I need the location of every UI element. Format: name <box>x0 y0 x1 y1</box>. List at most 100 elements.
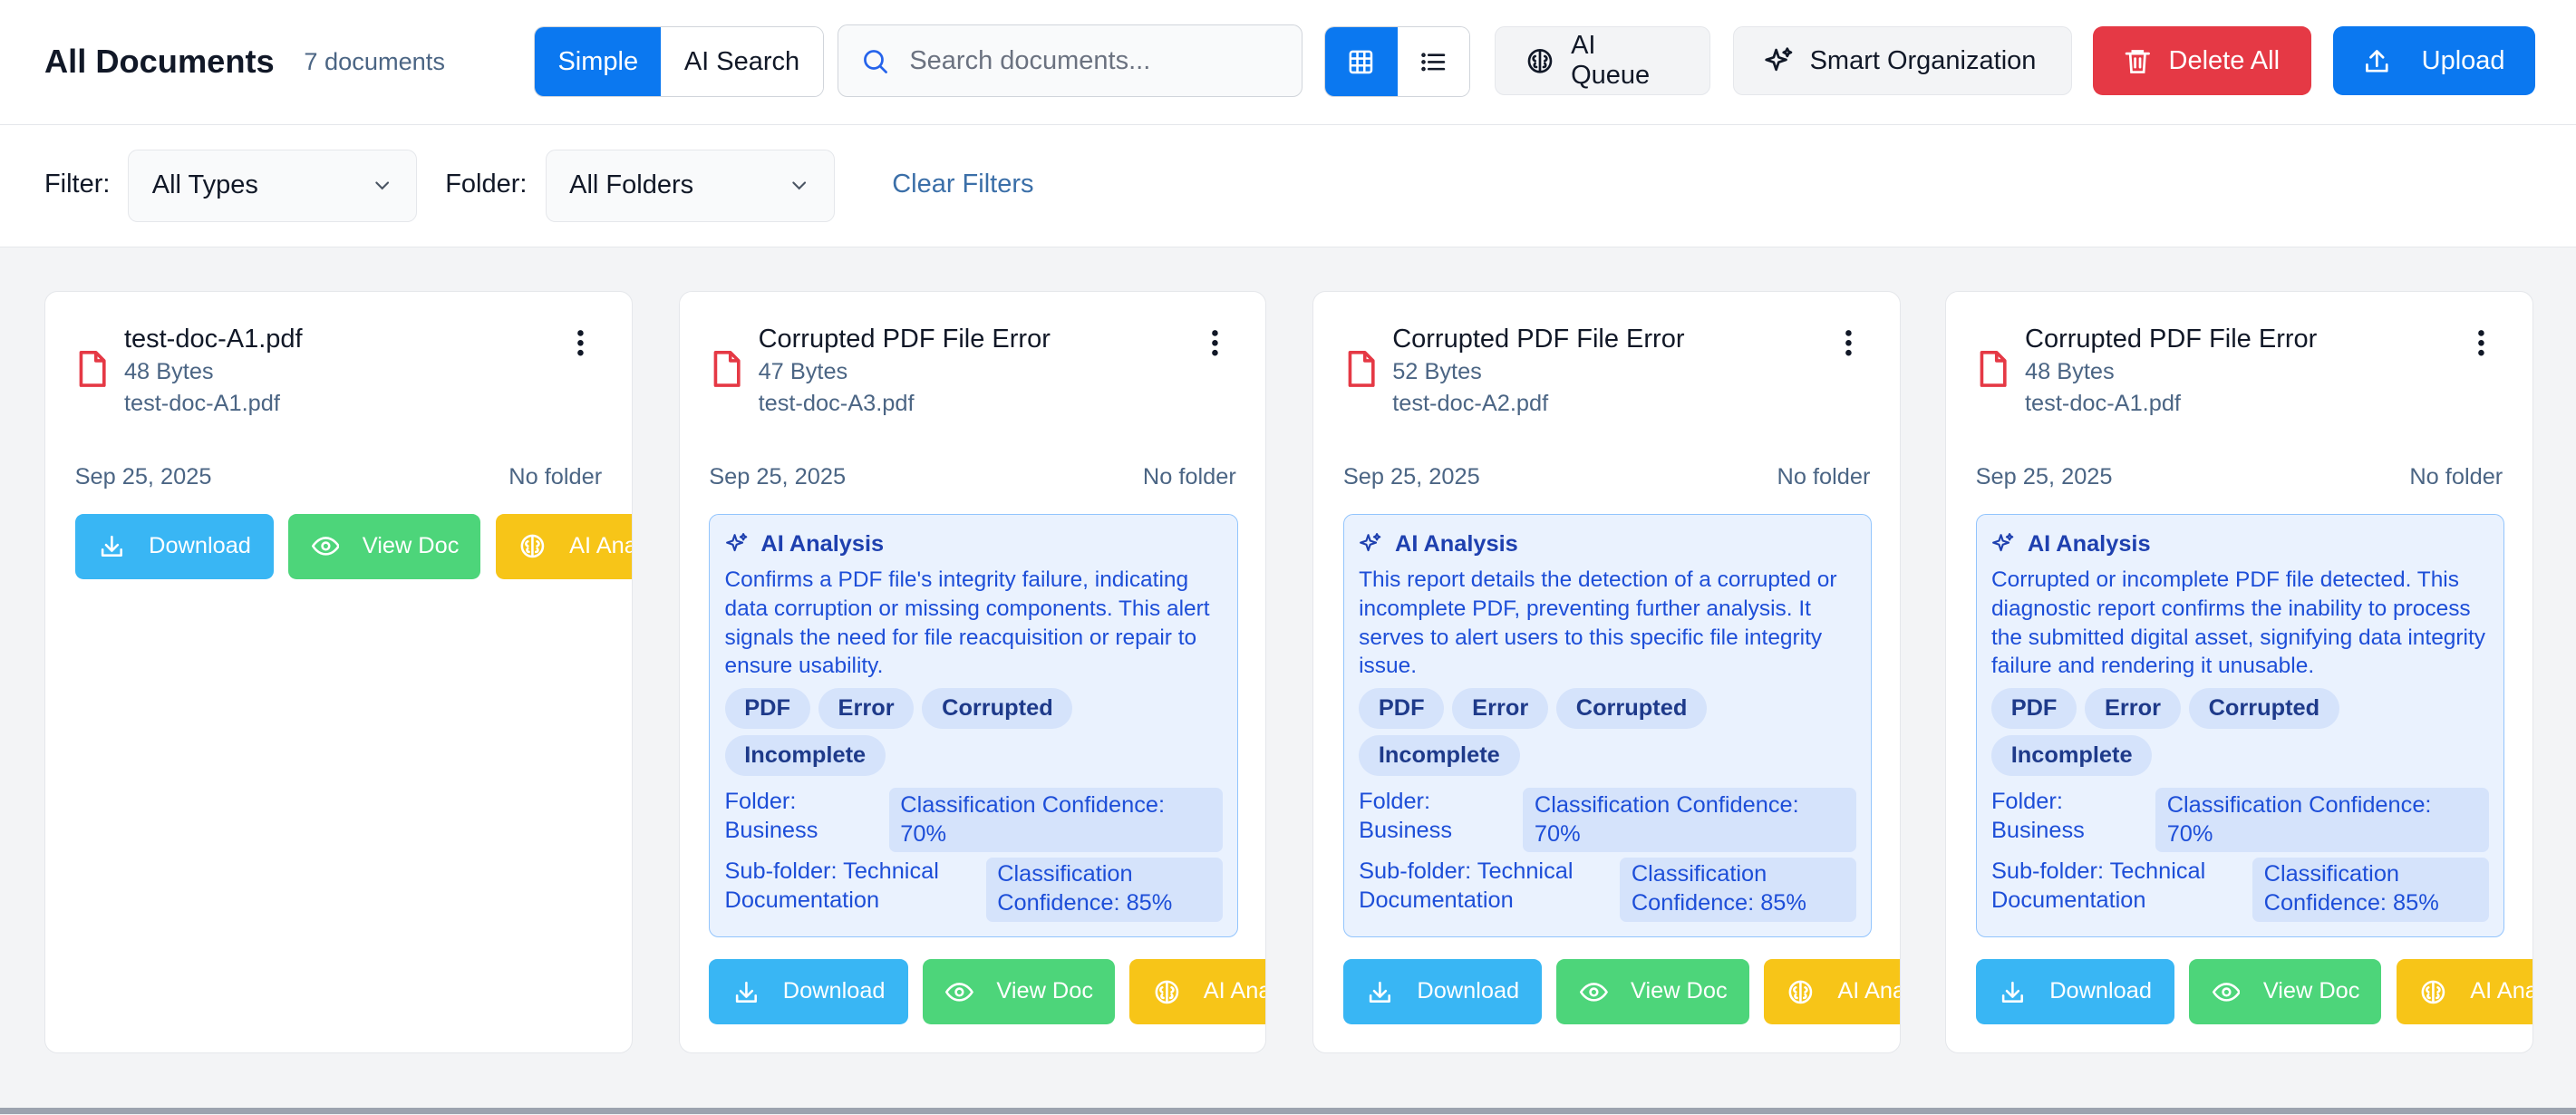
ai-queue-label: AI Queue <box>1571 31 1651 91</box>
download-button[interactable]: Download <box>1975 958 2174 1025</box>
more-vertical-icon[interactable] <box>1210 328 1220 358</box>
download-button[interactable]: Download <box>1342 958 1543 1025</box>
suggested-subfolder: Sub-folder: Technical Documentation <box>1990 858 2206 913</box>
ai-analysis-heading: AI Analysis <box>725 529 1223 559</box>
tag: Incomplete <box>1990 735 2153 777</box>
document-card[interactable]: Corrupted PDF File Error 47 Bytes test-d… <box>678 290 1267 1053</box>
download-icon <box>101 536 122 558</box>
search-input[interactable] <box>905 44 1291 78</box>
tag-list: PDF Error Corrupted Incomplete <box>1990 687 2489 783</box>
ai-analyze-button[interactable]: AI Analyze <box>1129 958 1266 1025</box>
upload-icon <box>2366 49 2388 73</box>
ai-analyze-label: AI Analyze <box>1837 978 1900 1004</box>
document-size: 47 Bytes <box>758 359 848 385</box>
document-card[interactable]: Corrupted PDF File Error 52 Bytes test-d… <box>1312 290 1902 1053</box>
ai-analyze-button[interactable]: AI Analyze <box>2396 958 2532 1025</box>
tag: Error <box>818 687 915 729</box>
ai-analyze-label: AI Analyze <box>2470 978 2532 1004</box>
smart-organization-button[interactable]: Smart Organization <box>1733 26 2072 96</box>
view-doc-button[interactable]: View Doc <box>2189 958 2382 1025</box>
download-button[interactable]: Download <box>709 958 908 1025</box>
subfolder-classification: Sub-folder: Technical Documentation Clas… <box>1359 857 1857 922</box>
document-date: Sep 25, 2025 <box>1342 464 1480 490</box>
sparkles-icon <box>1360 533 1381 552</box>
document-size: 48 Bytes <box>123 359 214 385</box>
brain-icon <box>520 534 545 558</box>
list-view-button[interactable] <box>1397 27 1470 97</box>
ai-analysis-heading: AI Analysis <box>1991 529 2489 559</box>
view-doc-button[interactable]: View Doc <box>288 513 481 579</box>
tag-list: PDF Error Corrupted Incomplete <box>1359 687 1856 783</box>
subfolder-confidence: Classification Confidence: 85% <box>1620 857 1857 922</box>
grid-icon <box>1349 50 1373 73</box>
ai-analysis-description: Confirms a PDF file's integrity failure,… <box>724 567 1210 679</box>
suggested-folder: Folder: Business <box>724 789 818 844</box>
type-filter-select[interactable]: All Types <box>128 149 418 222</box>
view-doc-button[interactable]: View Doc <box>922 958 1115 1025</box>
document-card[interactable]: Corrupted PDF File Error 48 Bytes test-d… <box>1945 290 2533 1053</box>
folder-classification: Folder: Business Classification Confiden… <box>1990 788 2489 853</box>
folder-classification: Folder: Business Classification Confiden… <box>1359 788 1857 853</box>
more-vertical-icon[interactable] <box>576 328 586 358</box>
ai-analyze-button[interactable]: AI Analyze <box>495 513 632 579</box>
ai-analysis-description: Corrupted or incomplete PDF file detecte… <box>1990 567 2485 679</box>
folder-filter-select[interactable]: All Folders <box>545 149 835 222</box>
document-filename: test-doc-A1.pdf <box>2025 390 2181 416</box>
download-icon <box>2001 981 2023 1003</box>
eye-icon <box>1579 982 1608 1002</box>
view-doc-button[interactable]: View Doc <box>1556 958 1749 1025</box>
subfolder-classification: Sub-folder: Technical Documentation Clas… <box>725 857 1223 922</box>
type-filter-value: All Types <box>151 170 258 200</box>
folder-classification: Folder: Business Classification Confiden… <box>724 788 1223 853</box>
ai-search-button[interactable]: AI Search <box>661 27 823 97</box>
file-icon <box>80 351 106 387</box>
ai-analysis-heading: AI Analysis <box>1359 529 1856 559</box>
document-filename: test-doc-A2.pdf <box>1392 390 1549 416</box>
document-card[interactable]: test-doc-A1.pdf 48 Bytes test-doc-A1.pdf… <box>44 290 633 1053</box>
clear-filters-link[interactable]: Clear Filters <box>892 170 1033 199</box>
upload-button[interactable]: Upload <box>2332 26 2535 96</box>
ai-analyze-label: AI Analyze <box>1203 978 1266 1004</box>
download-label: Download <box>2049 978 2152 1004</box>
ai-analyze-button[interactable]: AI Analyze <box>1763 958 1901 1025</box>
brain-icon <box>1527 48 1553 73</box>
suggested-subfolder: Sub-folder: Technical Documentation <box>1359 858 1574 913</box>
document-count: 7 documents <box>304 47 445 76</box>
view-doc-label: View Doc <box>1631 978 1728 1004</box>
document-folder: No folder <box>508 464 603 490</box>
eye-icon <box>311 537 340 557</box>
download-icon <box>735 981 757 1003</box>
tag: Corrupted <box>2188 687 2339 729</box>
delete-all-label: Delete All <box>2168 45 2281 75</box>
smart-organization-label: Smart Organization <box>1809 45 2037 75</box>
folder-filter-value: All Folders <box>569 170 694 200</box>
more-vertical-icon[interactable] <box>2476 328 2486 358</box>
document-filename: test-doc-A1.pdf <box>123 390 280 416</box>
ai-analyze-label: AI Analyze <box>569 533 632 559</box>
grid-view-button[interactable] <box>1324 27 1398 97</box>
more-vertical-icon[interactable] <box>1844 328 1854 358</box>
simple-search-button[interactable]: Simple <box>535 27 662 97</box>
trash-icon <box>2125 49 2150 73</box>
horizontal-scrollbar[interactable] <box>0 1107 2576 1114</box>
folder-confidence: Classification Confidence: 70% <box>2155 788 2489 853</box>
document-size: 52 Bytes <box>1392 359 1482 385</box>
list-icon <box>1421 53 1446 72</box>
card-actions: Download View Doc AI Analyze <box>709 958 1266 1025</box>
ai-analysis-title: AI Analysis <box>2027 530 2151 557</box>
folder-confidence: Classification Confidence: 70% <box>888 788 1223 853</box>
search-box <box>838 24 1303 97</box>
eye-icon <box>945 982 973 1002</box>
download-button[interactable]: Download <box>74 513 274 579</box>
suggested-folder: Folder: Business <box>1990 789 2085 844</box>
delete-all-button[interactable]: Delete All <box>2093 26 2312 96</box>
view-doc-label: View Doc <box>2262 978 2360 1004</box>
document-filename: test-doc-A3.pdf <box>758 390 915 416</box>
ai-analysis-description: This report details the detection of a c… <box>1359 567 1837 679</box>
tag: Corrupted <box>922 687 1073 729</box>
filter-bar: Filter: All Types Folder: All Folders Cl… <box>0 124 2576 247</box>
ai-queue-button[interactable]: AI Queue <box>1495 26 1710 96</box>
document-title: Corrupted PDF File Error <box>2025 325 2318 354</box>
document-size: 48 Bytes <box>2025 359 2115 385</box>
download-label: Download <box>782 978 886 1004</box>
